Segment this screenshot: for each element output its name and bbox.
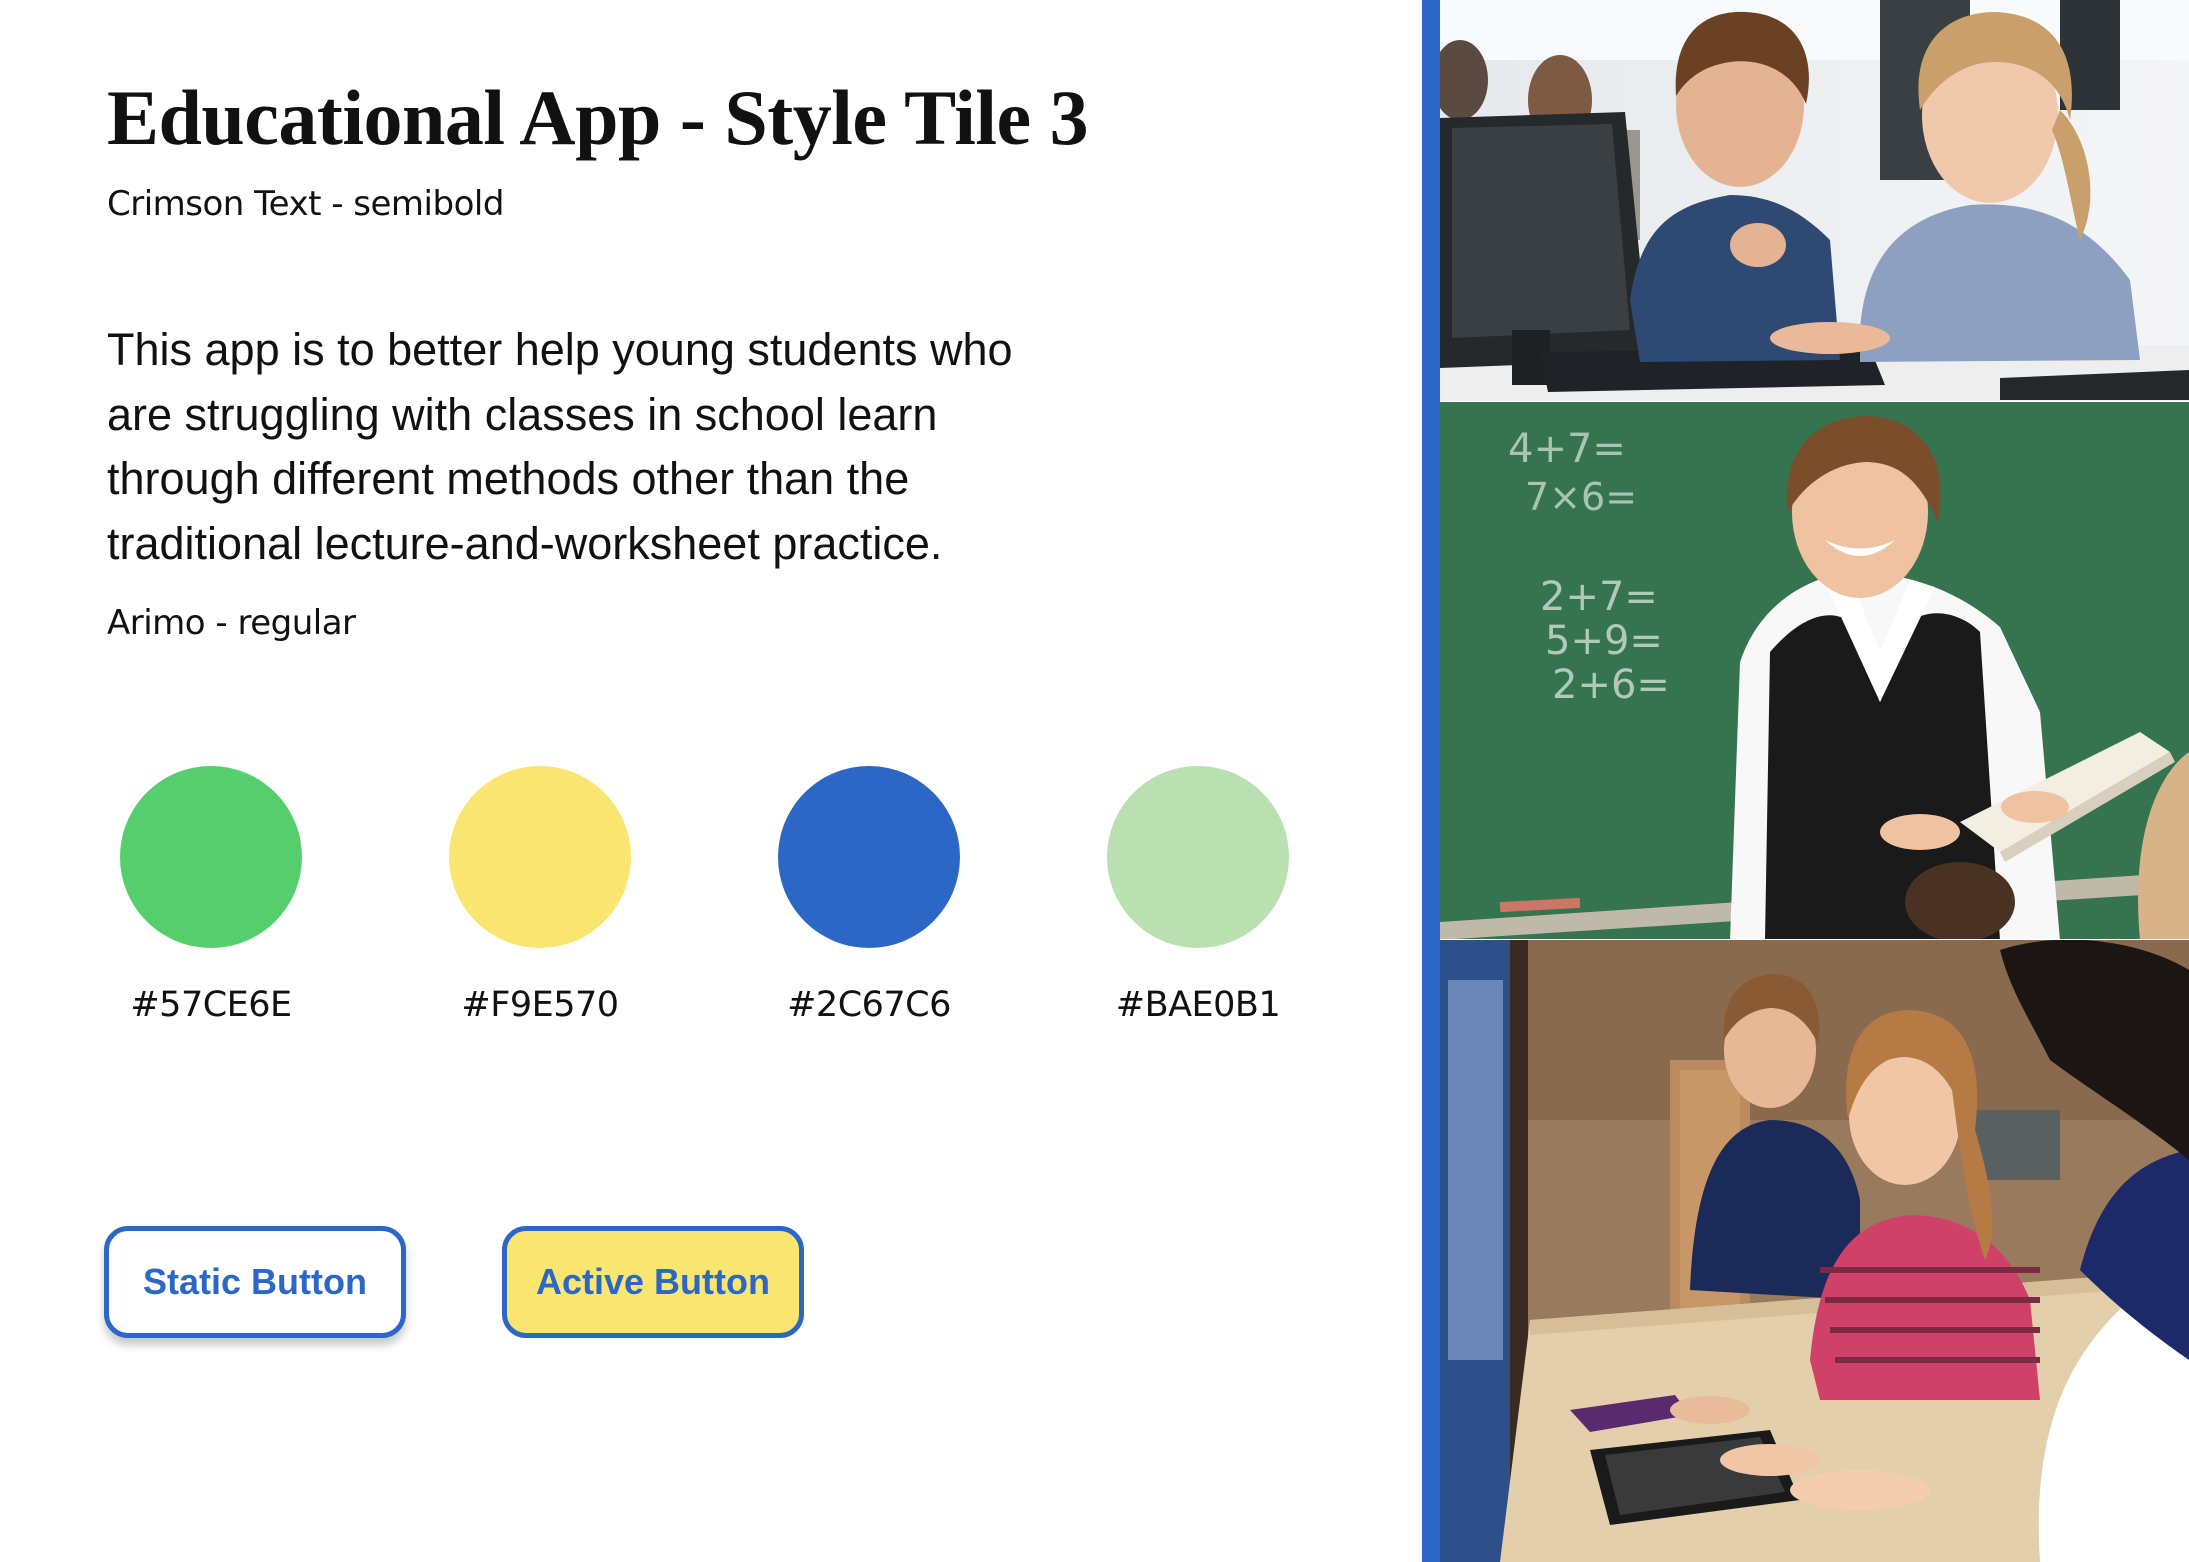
color-swatch-green: [120, 766, 302, 948]
color-label-green: #57CE6E: [130, 985, 292, 1025]
body-font-caption: Arimo - regular: [107, 603, 356, 643]
chalk-equation: 5+9=: [1545, 618, 1663, 664]
active-button[interactable]: Active Button: [502, 1226, 804, 1338]
color-swatch-blue: [778, 766, 960, 948]
style-tile-panel: Educational App - Style Tile 3 Crimson T…: [0, 0, 1420, 1562]
photo-kids-at-computer: [1440, 0, 2189, 402]
color-label-blue: #2C67C6: [787, 985, 951, 1025]
color-label-yellow: #F9E570: [461, 985, 619, 1025]
static-button[interactable]: Static Button: [104, 1226, 406, 1338]
page-title: Educational App - Style Tile 3: [107, 74, 1089, 161]
app-description: This app is to better help young student…: [107, 324, 1013, 569]
chalk-equation: 4+7=: [1508, 426, 1626, 472]
blue-divider-bar: [1422, 0, 1440, 1562]
color-swatch-light-green: [1107, 766, 1289, 948]
chalk-equation: 2+6=: [1552, 662, 1670, 708]
photo-teacher-at-chalkboard: 4+7= 7×6= 2+7= 5+9= 2+6=: [1440, 402, 2189, 940]
chalk-equation: 7×6=: [1525, 475, 1637, 519]
color-label-light-green: #BAE0B1: [1115, 985, 1281, 1025]
chalk-equation: 2+7=: [1540, 574, 1658, 620]
heading-font-caption: Crimson Text - semibold: [107, 184, 504, 224]
photo-kids-with-tablets: [1440, 940, 2189, 1562]
color-swatch-yellow: [449, 766, 631, 948]
